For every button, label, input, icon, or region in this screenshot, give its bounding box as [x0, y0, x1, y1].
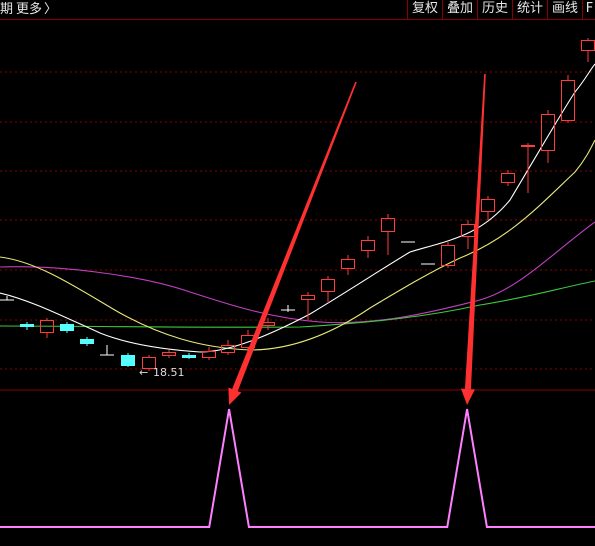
- candle-body: [162, 352, 176, 356]
- history-button[interactable]: 历史: [477, 0, 512, 19]
- more-tools-button[interactable]: F: [582, 0, 595, 19]
- candle-body: [381, 218, 395, 232]
- moving-average-line: [0, 63, 595, 353]
- moving-average-line: [0, 221, 595, 324]
- candle-body: [341, 259, 355, 269]
- candlestick: [341, 255, 355, 275]
- candle-body: [301, 295, 315, 300]
- arrow-left-icon: ←: [139, 366, 148, 379]
- candle-body: [541, 114, 555, 151]
- candlestick: [281, 305, 295, 312]
- arrow-shaft: [232, 81, 357, 392]
- candle-body: [561, 80, 575, 121]
- draw-line-button[interactable]: 画线: [547, 0, 582, 19]
- chart-toolbar: 期 更多 〉 复权 叠加 历史 统计 画线 F: [0, 0, 595, 20]
- candlestick: [321, 276, 335, 303]
- candle-body: [20, 324, 34, 327]
- candlestick: [361, 236, 375, 258]
- arrow-head: [460, 388, 475, 405]
- adjust-rights-button[interactable]: 复权: [407, 0, 442, 19]
- candle-body: [441, 245, 455, 266]
- candlestick: [581, 38, 595, 62]
- candle-body: [481, 199, 495, 212]
- candlestick: [121, 353, 135, 367]
- candlestick: [481, 196, 495, 220]
- candlestick: [100, 345, 114, 356]
- low-price-label: 18.51: [153, 366, 185, 379]
- candlestick: [182, 353, 196, 359]
- chevron-right-icon[interactable]: 〉: [44, 1, 57, 18]
- chart-gridlines: [0, 71, 595, 370]
- signal-indicator-panel: [0, 408, 595, 528]
- candle-body: [361, 240, 375, 251]
- candlestick: [162, 350, 176, 358]
- signal-arrow: [460, 73, 486, 405]
- signal-arrow: [228, 81, 357, 405]
- more-menu-label[interactable]: 更多: [16, 1, 42, 18]
- signal-arrows: [228, 73, 486, 405]
- overlay-button[interactable]: 叠加: [442, 0, 477, 19]
- candle-body: [321, 279, 335, 292]
- candle-body: [60, 324, 74, 331]
- candle-body: [121, 355, 135, 366]
- candle-body: [581, 40, 595, 51]
- candlestick: [381, 214, 395, 255]
- candlestick: [301, 292, 315, 320]
- arrow-shaft: [464, 73, 486, 390]
- candle-body: [80, 339, 94, 344]
- candle-body: [182, 355, 196, 358]
- moving-average-lines: [0, 63, 595, 353]
- candlestick: [561, 75, 575, 123]
- stock-chart: ← 18.51: [0, 38, 595, 528]
- candlestick: [20, 322, 34, 330]
- candlestick: [40, 318, 54, 338]
- signal-line: [0, 408, 595, 528]
- candle-body: [501, 173, 515, 183]
- candlestick: [501, 170, 515, 186]
- period-label[interactable]: 期: [0, 1, 13, 18]
- candlestick: [60, 322, 74, 333]
- candlestick: [202, 347, 216, 360]
- candlestick: [80, 337, 94, 346]
- candle-body: [521, 145, 535, 147]
- low-price-annotation: ← 18.51: [139, 366, 185, 379]
- candlestick: [521, 143, 535, 193]
- statistics-button[interactable]: 统计: [512, 0, 547, 19]
